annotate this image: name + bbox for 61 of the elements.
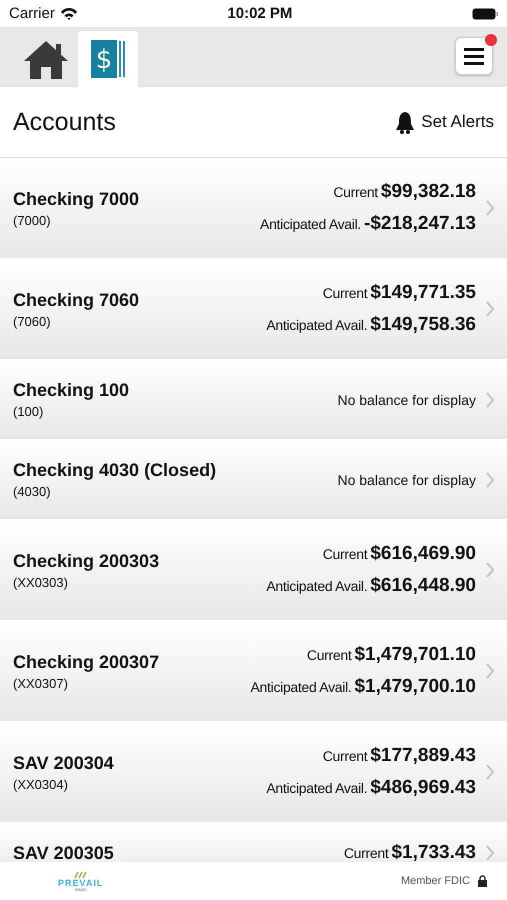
account-name: Checking 7060: [13, 290, 140, 310]
clock: 10:02 PM: [227, 5, 292, 22]
chevron-icon: [486, 663, 495, 679]
balance-amount: $1,479,700.10: [354, 676, 476, 698]
chevron-icon: [486, 472, 495, 488]
balance-amount: -$218,247.13: [364, 213, 476, 235]
chevron-icon: [486, 301, 495, 317]
chevron-icon: [486, 562, 495, 578]
page-title: Accounts: [13, 108, 116, 136]
balance-amount: $177,889.43: [370, 745, 476, 767]
chevron-icon: [486, 392, 495, 408]
balance-label: Current: [344, 845, 388, 861]
chevron-icon: [486, 200, 495, 216]
account-name: Checking 4030 (Closed): [13, 460, 218, 481]
set-alerts-button[interactable]: Set Alerts: [395, 110, 494, 134]
house-icon: [24, 39, 68, 79]
balance-amount: $99,382.18: [380, 181, 476, 203]
account-number: (100): [13, 404, 44, 419]
wifi-icon: [60, 7, 78, 20]
balance-label: Current: [322, 546, 368, 562]
logo-text: PREVAIL: [58, 878, 104, 888]
fdic-label: Member FDIC: [400, 875, 470, 887]
account-name: Checking 100: [13, 380, 130, 401]
account-name: SAV 200305: [13, 842, 115, 862]
balance-amount: $616,448.90: [370, 575, 476, 597]
balance-label: Anticipated Avail.: [266, 578, 368, 594]
no-balance-message: No balance for display: [337, 392, 476, 408]
balance-label: Current: [322, 748, 368, 764]
account-name: SAV 200304: [13, 752, 115, 774]
balance-amount: $616,469.90: [370, 543, 476, 565]
balance-label: Anticipated Avail.: [266, 780, 368, 796]
menu-icon: [464, 48, 484, 64]
battery-icon: [472, 8, 499, 20]
balance-label: Anticipated Avail.: [250, 679, 352, 695]
account-number: (XX0303): [13, 574, 69, 590]
stripes-icon: [74, 870, 88, 878]
balance-label: Current: [333, 184, 378, 200]
bell-icon: [395, 110, 416, 134]
balance-amount: $149,771.35: [370, 282, 476, 304]
account-name: Checking 7000: [13, 188, 140, 210]
carrier-label: Carrier: [9, 5, 55, 22]
account-name: Checking 200307: [13, 652, 160, 672]
lock-icon: [478, 875, 487, 887]
no-balance-message: No balance for display: [337, 472, 476, 488]
account-number: (7000): [13, 212, 52, 228]
balance-label: Anticipated Avail.: [266, 317, 368, 333]
balance-amount: $149,758.36: [370, 314, 476, 336]
accounts-tab[interactable]: $: [78, 31, 138, 87]
balance-amount: $1,733.43: [391, 842, 476, 862]
balance-amount: $486,969.43: [370, 777, 476, 799]
balance-label: Anticipated Avail.: [260, 216, 361, 232]
balance-label: Current: [322, 285, 368, 301]
balance-label: Current: [306, 647, 352, 663]
chevron-icon: [486, 764, 495, 780]
balance-amount: $1,479,701.10: [354, 644, 476, 666]
account-name: Checking 200303: [13, 550, 160, 572]
account-number: (7060): [13, 314, 52, 328]
account-number: (4030): [13, 484, 52, 499]
chevron-icon: [486, 845, 495, 861]
account-number: (XX0307): [13, 676, 69, 690]
account-number: (XX0304): [13, 776, 69, 792]
